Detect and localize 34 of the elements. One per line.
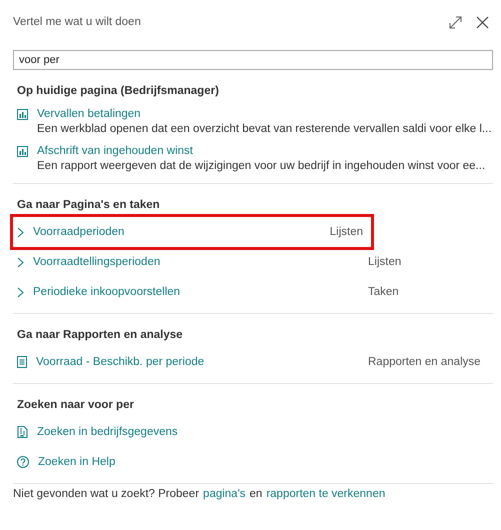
footer-link[interactable]: pagina's xyxy=(203,488,246,500)
close-icon[interactable] xyxy=(476,16,489,28)
result-link[interactable]: Afschrift van ingehouden winst xyxy=(37,145,193,157)
chart-icon xyxy=(17,108,28,120)
footer-text: Niet gevonden wat u zoekt? Probeer xyxy=(13,488,200,500)
result-category: Rapporten en analyse xyxy=(368,356,482,368)
expand-icon[interactable] xyxy=(449,16,462,28)
section-heading: Ga naar Pagina's en taken xyxy=(16,198,161,213)
window-title: Vertel me wat u wilt doen xyxy=(13,16,142,28)
footer-link[interactable]: rapporten te verkennen xyxy=(266,488,386,500)
result-link[interactable]: Zoeken in Help xyxy=(38,456,116,468)
result-link[interactable]: Voorraadtellingsperioden xyxy=(33,256,160,268)
result-category: Taken xyxy=(368,286,400,298)
search-field[interactable]: voor per xyxy=(13,50,493,70)
result-description: Een rapport weergeven dat de wijzigingen voor uw bedrijf in ingehouden winst voor ee... xyxy=(36,160,486,172)
footer-text: en xyxy=(250,488,262,500)
chevron-icon xyxy=(17,256,24,268)
result-category: Lijsten xyxy=(330,226,364,238)
help-icon xyxy=(17,456,29,468)
chart-icon xyxy=(17,146,28,156)
result-category: Lijsten xyxy=(368,256,402,268)
chevron-icon xyxy=(17,226,24,238)
section-heading: Zoeken naar voor per xyxy=(16,398,135,413)
building-icon xyxy=(17,426,28,438)
result-description: Een werkblad openen dat een overzicht bevat van resterende vervallen saldi voor elke l... xyxy=(36,123,493,135)
document-icon xyxy=(17,356,27,368)
section-heading: Ga naar Rapporten en analyse xyxy=(16,328,184,343)
result-link[interactable]: Zoeken in bedrijfsgegevens xyxy=(37,426,178,438)
result-link[interactable]: Voorraad - Beschikb. per periode xyxy=(36,356,204,368)
result-link[interactable]: Vervallen betalingen xyxy=(37,108,141,120)
section-heading: Op huidige pagina (Bedrijfsmanager) xyxy=(16,84,220,99)
result-link[interactable]: Periodieke inkoopvoorstellen xyxy=(33,286,180,298)
result-link[interactable]: Voorraadperioden xyxy=(33,226,124,238)
chevron-icon xyxy=(17,286,24,298)
